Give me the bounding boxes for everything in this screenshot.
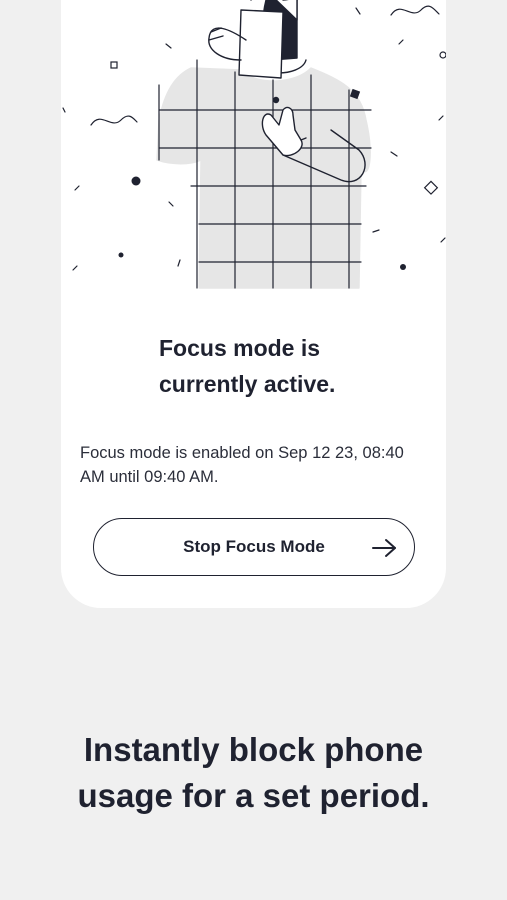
stop-focus-mode-button[interactable]: Stop Focus Mode	[93, 518, 415, 576]
stop-focus-mode-label: Stop Focus Mode	[183, 537, 325, 556]
focus-status-card: Focus mode is currently active. Focus mo…	[61, 0, 446, 608]
person-covering-face-illustration	[62, 0, 446, 289]
focus-status-title: Focus mode is currently active.	[159, 335, 336, 397]
screen: Focus mode is currently active. Focus mo…	[0, 0, 507, 900]
promo-tagline: Instantly block phone usage for a set pe…	[77, 731, 430, 814]
arrow-right-icon	[372, 539, 396, 557]
focus-schedule-text: Focus mode is enabled on Sep 12 23, 08:4…	[80, 444, 404, 486]
